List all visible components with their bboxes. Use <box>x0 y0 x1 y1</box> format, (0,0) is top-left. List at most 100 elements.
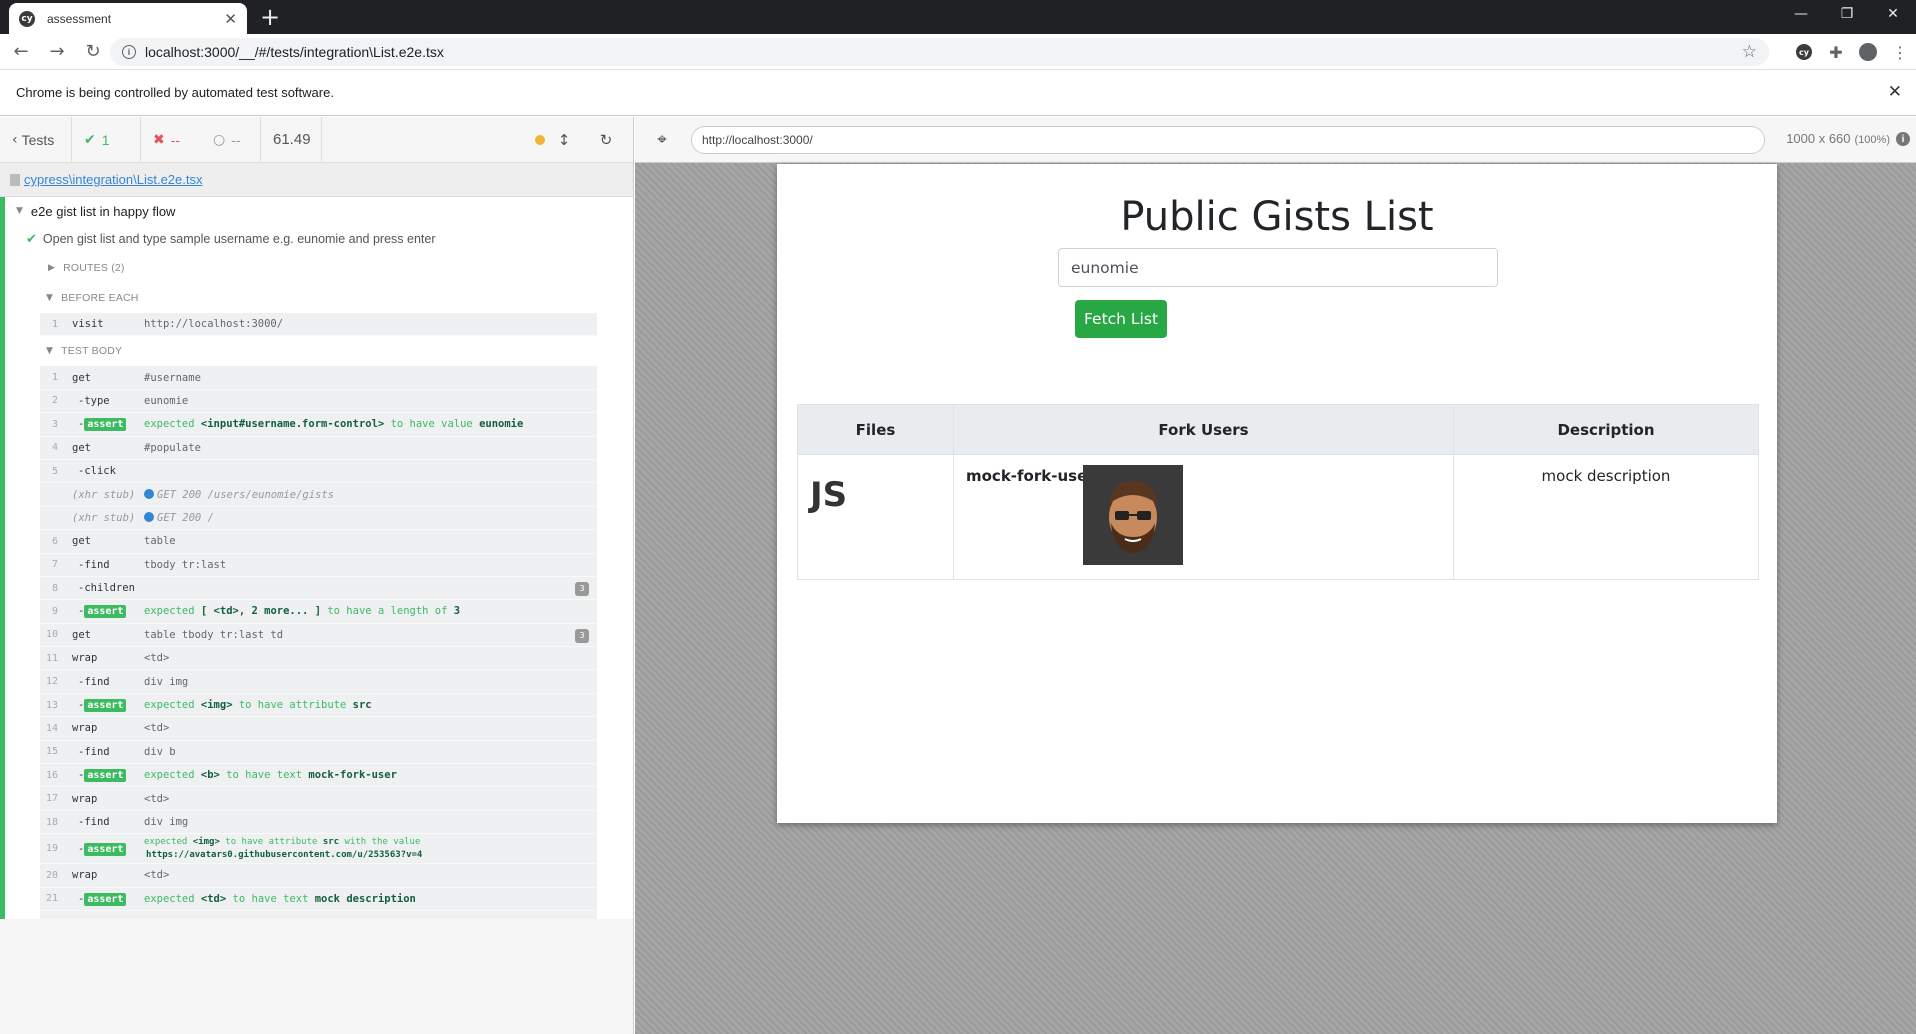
command-row[interactable]: 18 -find div img <box>40 811 597 835</box>
viewport-info-icon[interactable]: i <box>1896 132 1910 146</box>
tests-back-button[interactable]: ‹ Tests <box>0 116 72 163</box>
minimize-icon[interactable]: — <box>1778 0 1824 28</box>
command-row[interactable]: 21 - assert expected <td> to have text mock… <box>40 888 597 911</box>
pending-circle-icon: ○ <box>213 131 226 148</box>
restore-icon[interactable]: ❐ <box>1824 0 1870 28</box>
command-row[interactable]: 3 - assert expected <input#username.form-co… <box>40 413 597 437</box>
reporter-controls: ↕ ↻ <box>535 117 633 163</box>
aut-url-field[interactable]: http://localhost:3000/ <box>691 126 1765 154</box>
fetch-list-button[interactable]: Fetch List <box>1075 300 1167 338</box>
command-row[interactable]: 5 -click <box>40 460 597 484</box>
reload-icon[interactable]: ↻ <box>78 37 108 67</box>
extensions-puzzle-icon[interactable]: ✚ <box>1820 43 1852 62</box>
command-row[interactable]: 19 - assert expected <img> to have attribut… <box>40 834 597 865</box>
command-row[interactable]: 2 -type eunomie <box>40 390 597 414</box>
command-row[interactable]: (xhr stub) GET 200 / <box>40 507 597 531</box>
window-controls: — ❐ ✕ <box>1778 0 1916 28</box>
assertion-exp: expected <box>144 769 195 782</box>
command-row[interactable]: 1 visit http://localhost:3000/ <box>40 313 597 337</box>
pass-indicator-bar <box>0 197 5 919</box>
username-input[interactable] <box>1058 248 1498 287</box>
suite-title[interactable]: ▼ e2e gist list in happy flow <box>0 197 633 225</box>
command-name: -find <box>78 675 110 688</box>
fork-user-name: mock-fork-user <box>966 467 1095 485</box>
command-row[interactable]: 7 -find tbody tr:last <box>40 554 597 577</box>
command-message: #populate <box>144 441 201 454</box>
command-message: tbody tr:last <box>144 558 227 571</box>
command-row[interactable]: 16 - assert expected <b> to have text mock-… <box>40 764 597 788</box>
file-icon <box>10 173 20 186</box>
command-row[interactable]: 11 wrap <td> <box>40 647 597 671</box>
address-bar[interactable]: i localhost:3000/__/#/tests/integration\… <box>110 38 1769 66</box>
extension-icons: cy ✚ ⋮ <box>1788 34 1916 70</box>
command-row[interactable]: 9 - assert expected [ <td>, 2 more... ] to … <box>40 600 597 624</box>
command-row[interactable]: (xhr stub) GET 200 /users/eunomie/gists <box>40 483 597 507</box>
command-row[interactable]: 4 get #populate <box>40 437 597 460</box>
pending-value: -- <box>231 131 241 148</box>
command-message: table tbody tr:last td <box>144 628 284 641</box>
command-name: - assert <box>66 418 144 432</box>
command-message: table <box>144 535 176 548</box>
test-title[interactable]: ✔ Open gist list and type sample usernam… <box>0 225 633 253</box>
viewport-dimensions: 1000 x 660 <box>1786 131 1851 146</box>
spec-file-link[interactable]: cypress\integration\List.e2e.tsx <box>24 172 202 187</box>
forward-icon[interactable]: → <box>42 37 72 67</box>
test-body-section[interactable]: ▼ TEST BODY <box>0 336 633 366</box>
profile-avatar <box>1859 43 1877 61</box>
tab-title: assessment <box>47 11 112 26</box>
auto-scroll-icon[interactable]: ↕ <box>551 131 577 149</box>
element-count-badge: 3 <box>575 628 589 643</box>
app-viewport: Public Gists List Fetch List Files Fork … <box>777 164 1777 823</box>
command-name: wrap <box>72 869 98 882</box>
automation-infobar: Chrome is being controlled by automated … <box>0 70 1916 116</box>
before-each-section[interactable]: ▼ BEFORE EACH <box>0 283 633 313</box>
assertion-exp: expected <box>144 836 188 847</box>
test-suite: ▼ e2e gist list in happy flow ✔ Open gis… <box>0 197 633 919</box>
routes-section[interactable]: ▶ ROUTES (2) <box>0 253 633 283</box>
window-close-icon[interactable]: ✕ <box>1870 0 1916 28</box>
profile-avatar-icon[interactable] <box>1852 43 1884 61</box>
bookmark-star-icon[interactable]: ☆ <box>1742 42 1757 62</box>
back-icon[interactable]: ← <box>6 37 36 67</box>
command-message: expected <b> to have text mock-fork-user <box>144 769 597 781</box>
assertion-exp: expected <box>144 892 195 905</box>
cypress-extension-icon[interactable]: cy <box>1788 44 1820 60</box>
infobar-close-icon[interactable]: ✕ <box>1888 82 1902 102</box>
command-row[interactable]: 14 wrap <td> <box>40 717 597 741</box>
assertion-mid: to have text <box>232 892 309 905</box>
header-fork-users: Fork Users <box>953 404 1454 455</box>
new-tab-icon[interactable]: + <box>260 4 280 30</box>
command-row[interactable]: 1 get #username <box>40 366 597 390</box>
rerun-icon[interactable]: ↻ <box>593 131 619 149</box>
browser-tab[interactable]: cy assessment ✕ <box>9 3 247 34</box>
address-bar-url[interactable]: localhost:3000/__/#/tests/integration\Li… <box>145 44 1742 60</box>
assertion-a: <img> <box>200 699 233 712</box>
site-info-icon[interactable]: i <box>122 45 136 59</box>
command-number: 13 <box>45 699 58 711</box>
table-row: JS mock-fork-user mock description <box>797 454 1759 580</box>
before-each-label: BEFORE EACH <box>61 292 139 304</box>
command-name: wrap <box>72 652 98 665</box>
cypress-extension-badge: cy <box>1796 44 1812 60</box>
command-number: 1 <box>51 318 58 330</box>
command-row[interactable]: 17 wrap <td> <box>40 787 597 811</box>
selector-playground-icon[interactable]: ⌖ <box>651 129 673 151</box>
fork-user-avatar <box>1083 465 1183 565</box>
command-number: 7 <box>51 559 58 571</box>
command-name: - assert <box>66 605 144 619</box>
command-row[interactable]: 13 - assert expected <img> to have attribut… <box>40 694 597 718</box>
command-row[interactable]: 6 get table <box>40 530 597 554</box>
command-name: get <box>72 535 91 548</box>
assert-badge: assert <box>84 605 127 619</box>
command-row[interactable]: 10 get table tbody tr:last td 3 <box>40 624 597 648</box>
command-number: 10 <box>45 629 58 641</box>
caret-right-icon: ▶ <box>48 263 56 273</box>
command-row[interactable]: 8 -children 3 <box>40 577 597 601</box>
routes-label: ROUTES (2) <box>63 262 125 274</box>
cypress-favicon-icon: cy <box>19 10 35 27</box>
menu-kebab-icon[interactable]: ⋮ <box>1884 43 1916 62</box>
tab-close-icon[interactable]: ✕ <box>224 10 237 28</box>
command-row[interactable]: 15 -find div b <box>40 741 597 765</box>
command-row[interactable]: 20 wrap <td> <box>40 864 597 888</box>
command-row[interactable]: 12 -find div img <box>40 670 597 694</box>
